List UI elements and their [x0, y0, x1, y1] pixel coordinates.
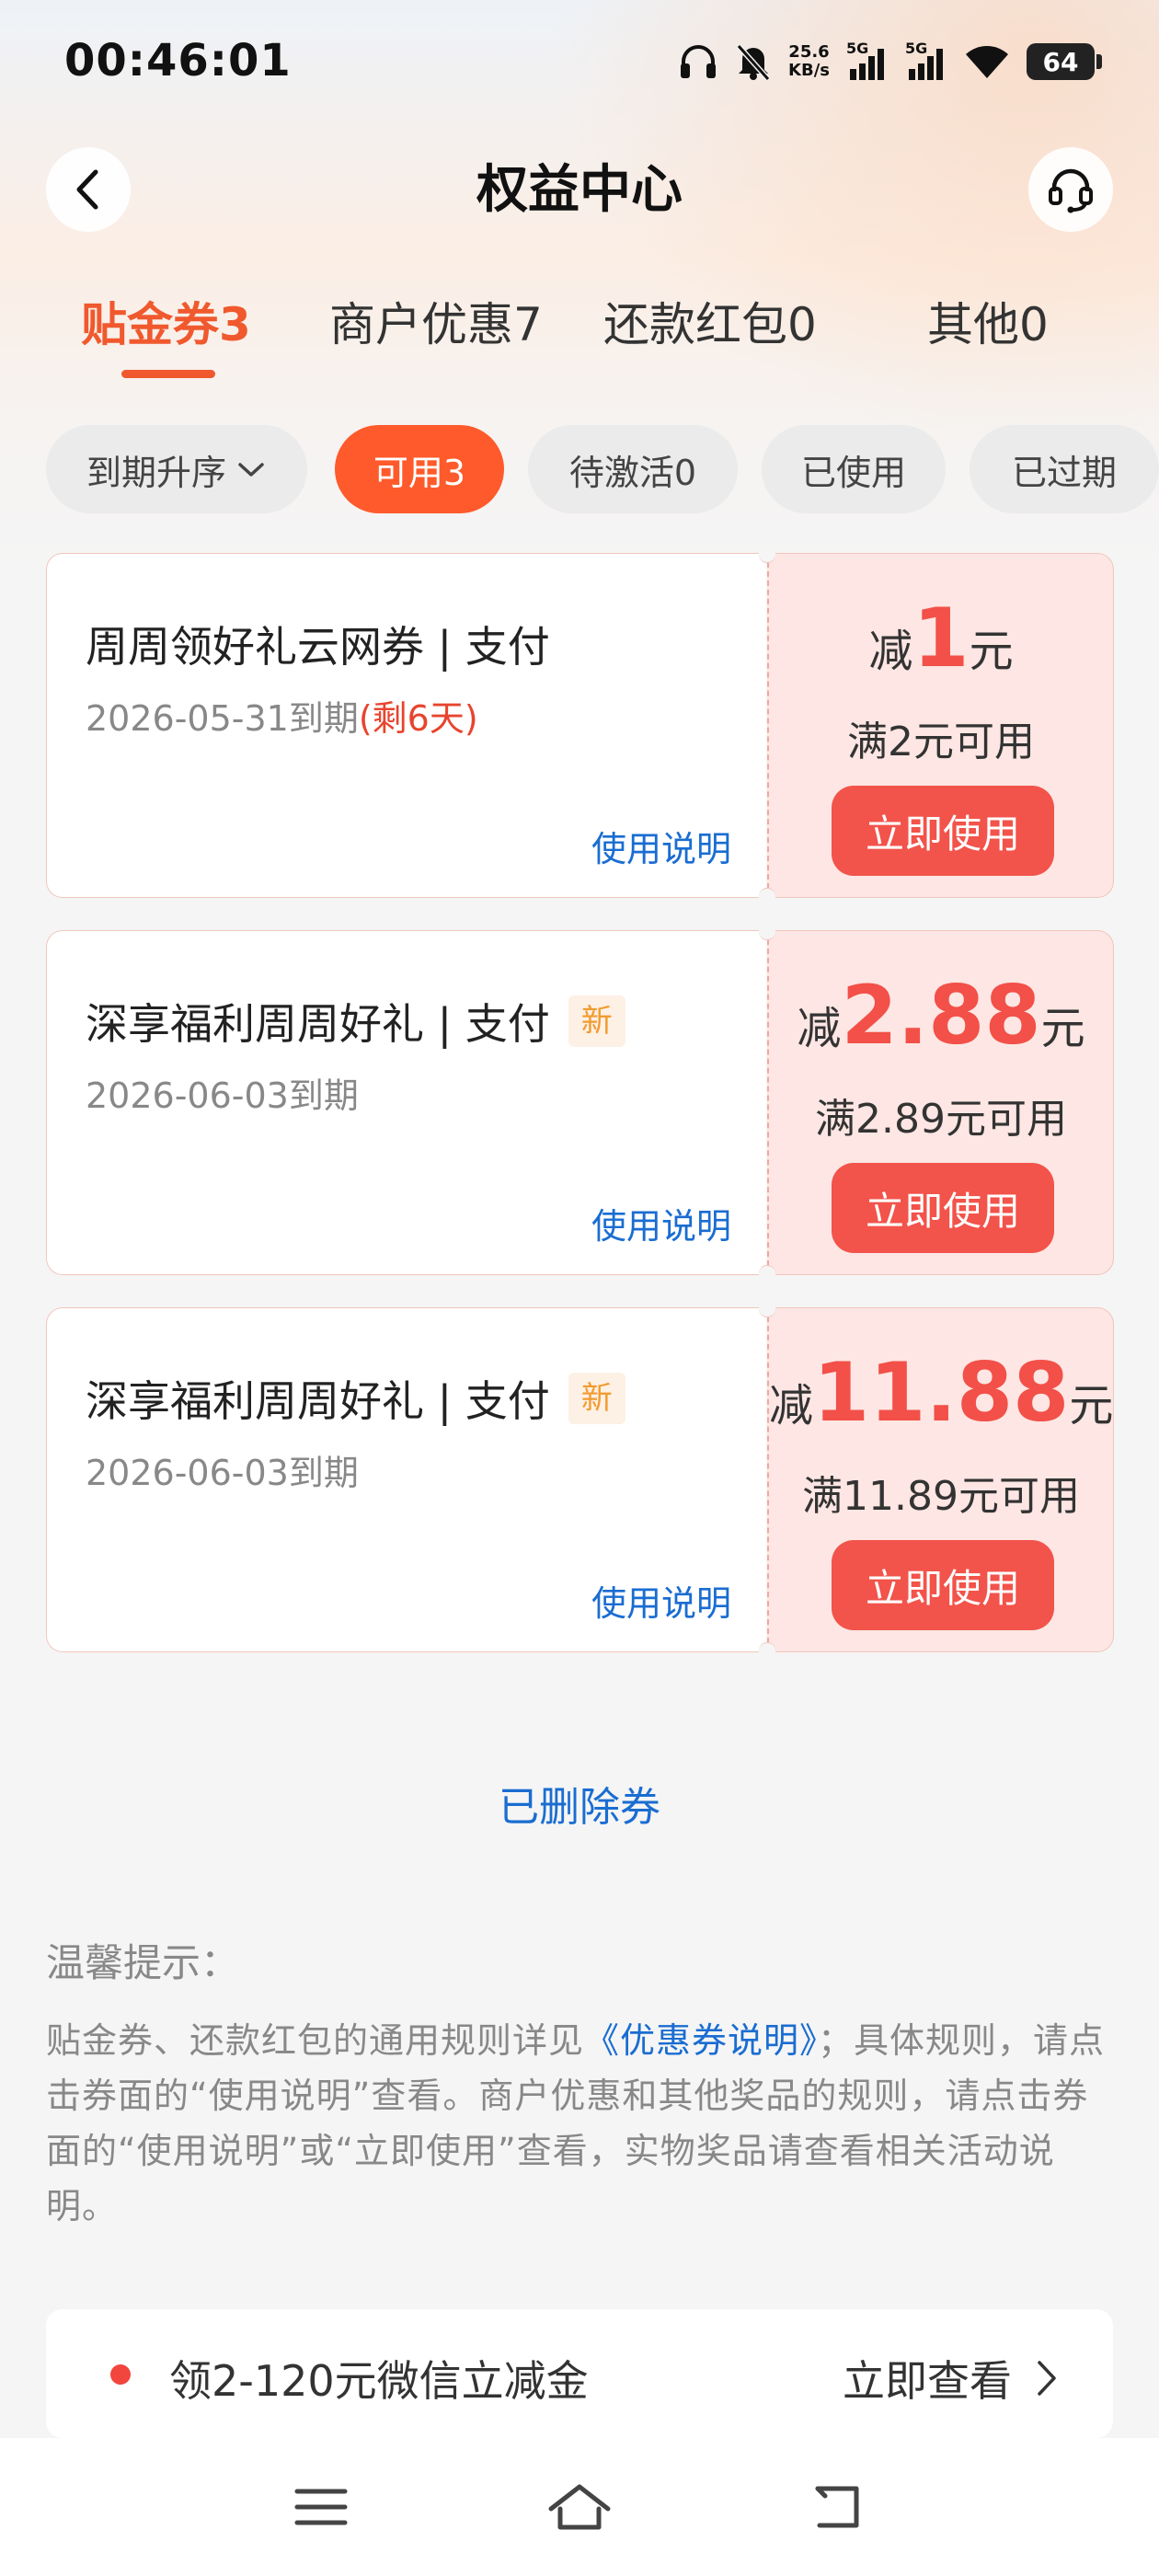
system-nav-bar	[0, 2438, 1159, 2576]
discount-amount: 减1元	[769, 591, 1113, 685]
discount-prefix: 减	[868, 626, 913, 677]
coupon-title-text: 深享福利周周好礼 | 支付	[86, 999, 550, 1049]
tips-title: 温馨提示：	[46, 1940, 240, 1985]
mute-bell-icon	[736, 44, 771, 81]
coupon-info: 周周领好礼云网券 | 支付 2026-05-31到期(剩6天) 使用说明	[46, 553, 766, 898]
sort-label: 到期升序	[86, 452, 226, 493]
net-speed-unit: KB/s	[788, 61, 830, 80]
coupon-info: 深享福利周周好礼 | 支付新 2026-06-03到期 使用说明	[46, 1307, 766, 1652]
filter-expired[interactable]: 已过期	[970, 425, 1159, 513]
days-remaining: (剩6天)	[358, 698, 478, 739]
promo-view-now[interactable]: 立即查看	[843, 2348, 1058, 2409]
return-icon	[815, 2486, 859, 2528]
usage-instructions-link[interactable]: 使用说明	[591, 1575, 731, 1626]
discount-amount: 减2.88元	[769, 968, 1113, 1063]
usage-instructions-link[interactable]: 使用说明	[591, 1198, 731, 1248]
home-icon	[548, 2484, 611, 2530]
net-speed-value: 25.6	[788, 42, 830, 62]
tab-merchant-offers[interactable]: 商户优惠7	[329, 293, 543, 357]
coupon-notch	[759, 1642, 775, 1654]
home-button[interactable]	[538, 2475, 621, 2539]
promo-cta-label: 立即查看	[843, 2356, 1012, 2406]
coupon-info: 深享福利周周好礼 | 支付新 2026-06-03到期 使用说明	[46, 930, 766, 1275]
tips-body: 贴金券、还款红包的通用规则详见《优惠券说明》；具体规则，请点击券面的“使用说明”…	[46, 2013, 1113, 2234]
menu-button[interactable]	[280, 2475, 362, 2539]
coupon-card: 深享福利周周好礼 | 支付新 2026-06-03到期 使用说明 减2.88元 …	[46, 928, 1114, 1277]
category-tabs: 贴金券3 商户优惠7 还款红包0 其他0	[0, 293, 1159, 366]
new-badge: 新	[568, 1373, 625, 1424]
signal-sim1: 5G	[846, 40, 889, 82]
signal-sim2: 5G	[905, 40, 947, 82]
discount-unit: 元	[969, 626, 1014, 677]
coupon-title: 周周领好礼云网券 | 支付	[86, 614, 550, 674]
discount-value: 2.88	[841, 968, 1041, 1063]
coupon-notch	[759, 888, 775, 900]
sort-dropdown[interactable]: 到期升序	[46, 425, 307, 513]
discount-unit: 元	[1069, 1380, 1114, 1432]
coupon-card: 深享福利周周好礼 | 支付新 2026-06-03到期 使用说明 减11.88元…	[46, 1305, 1114, 1654]
coupon-value-panel: 减11.88元 满11.89元可用 立即使用	[767, 1307, 1114, 1652]
tab-coupons[interactable]: 贴金券3	[81, 293, 251, 357]
coupon-title: 深享福利周周好礼 | 支付新	[86, 991, 625, 1052]
page-title: 权益中心	[476, 160, 683, 220]
coupon-title-text: 周周领好礼云网券 | 支付	[86, 622, 550, 672]
status-icons: 25.6 KB/s 5G 5G 64	[678, 37, 1102, 86]
use-now-button[interactable]: 立即使用	[832, 1163, 1054, 1253]
tab-repayment-redpacket[interactable]: 还款红包0	[603, 293, 817, 357]
expiry-date: 2026-05-31到期	[86, 698, 359, 739]
usage-instructions-link[interactable]: 使用说明	[591, 821, 731, 871]
expiry-date: 2026-06-03到期	[86, 1075, 359, 1116]
coupon-rules-link[interactable]: 《优惠券说明》	[584, 2020, 818, 2061]
active-tab-indicator	[121, 370, 215, 378]
coupon-expiry: 2026-06-03到期	[86, 1444, 359, 1495]
sim2-label: 5G	[905, 40, 928, 57]
minimum-spend: 满11.89元可用	[802, 1473, 1080, 1520]
promo-text: 领2-120元微信立减金	[169, 2356, 589, 2406]
tab-other[interactable]: 其他0	[927, 293, 1049, 357]
tips-text: 贴金券、还款红包的通用规则详见	[46, 2020, 585, 2061]
chevron-down-icon	[238, 463, 264, 477]
coupon-value-panel: 减2.88元 满2.89元可用 立即使用	[767, 930, 1114, 1275]
sim1-label: 5G	[846, 40, 869, 57]
coupon-title: 深享福利周周好礼 | 支付新	[86, 1368, 625, 1429]
status-time: 00:46:01	[64, 35, 292, 86]
filter-available[interactable]: 可用3	[335, 425, 504, 513]
red-dot-icon	[110, 2364, 131, 2385]
coupon-expiry: 2026-06-03到期	[86, 1067, 359, 1118]
coupon-title-text: 深享福利周周好礼 | 支付	[86, 1376, 550, 1426]
minimum-spend: 满2元可用	[847, 719, 1035, 765]
discount-amount: 减11.88元	[769, 1345, 1113, 1440]
back-nav-button[interactable]	[797, 2475, 879, 2539]
battery-indicator: 64	[1027, 43, 1102, 80]
discount-prefix: 减	[797, 1003, 842, 1054]
filter-pending-activation[interactable]: 待激活0	[528, 425, 738, 513]
deleted-coupons-link[interactable]: 已删除券	[0, 1774, 1159, 1833]
coupon-notch	[759, 1265, 775, 1277]
discount-unit: 元	[1040, 1003, 1085, 1054]
minimum-spend: 满2.89元可用	[815, 1096, 1067, 1143]
menu-icon	[294, 2489, 348, 2525]
headset-icon	[1049, 168, 1093, 213]
network-speed: 25.6 KB/s	[788, 43, 830, 80]
filter-used[interactable]: 已使用	[762, 425, 946, 513]
coupon-expiry: 2026-05-31到期(剩6天)	[86, 690, 478, 741]
discount-value: 11.88	[813, 1345, 1070, 1440]
use-now-button[interactable]: 立即使用	[832, 1540, 1054, 1630]
headphones-icon	[681, 45, 717, 78]
chevron-right-icon	[1038, 2361, 1056, 2396]
coupon-card: 周周领好礼云网券 | 支付 2026-05-31到期(剩6天) 使用说明 减1元…	[46, 551, 1114, 900]
promo-banner[interactable]: 领2-120元微信立减金 立即查看	[46, 2309, 1113, 2438]
new-badge: 新	[568, 995, 625, 1047]
use-now-button[interactable]: 立即使用	[832, 786, 1054, 876]
discount-value: 1	[912, 591, 970, 685]
expiry-date: 2026-06-03到期	[86, 1453, 359, 1493]
coupon-value-panel: 减1元 满2元可用 立即使用	[767, 553, 1114, 898]
customer-service-button[interactable]	[1028, 147, 1113, 232]
discount-prefix: 减	[769, 1380, 814, 1432]
wifi-icon	[966, 46, 1008, 78]
